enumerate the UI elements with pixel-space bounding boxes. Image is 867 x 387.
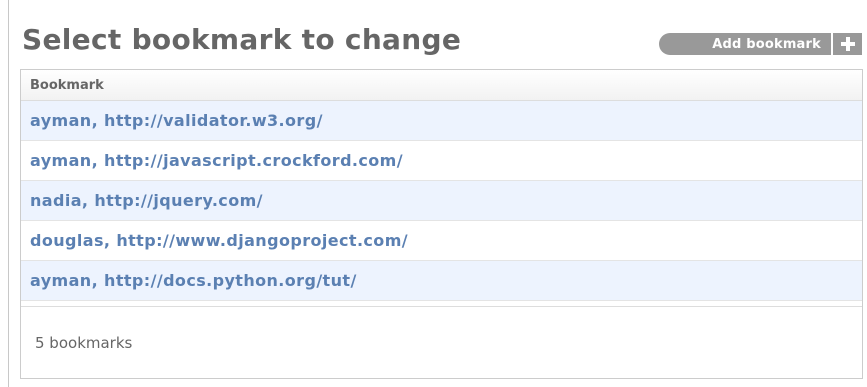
plus-icon: [831, 33, 862, 55]
add-bookmark-button[interactable]: Add bookmark: [659, 33, 862, 55]
bookmark-link[interactable]: ayman, http://javascript.crockford.com/: [30, 151, 403, 170]
paginator: 5 bookmarks: [21, 306, 862, 378]
table-row: ayman, http://docs.python.org/tut/: [21, 261, 862, 301]
bookmark-link[interactable]: nadia, http://jquery.com/: [30, 191, 263, 210]
window-left-border: [8, 0, 9, 387]
table-row: ayman, http://validator.w3.org/: [21, 101, 862, 141]
add-bookmark-label: Add bookmark: [712, 36, 821, 52]
column-header-bookmark[interactable]: Bookmark: [21, 70, 862, 101]
column-header-label: Bookmark: [30, 77, 104, 93]
changelist-content: Select bookmark to change Add bookmark B…: [20, 0, 863, 387]
table-row: douglas, http://www.djangoproject.com/: [21, 221, 862, 261]
bookmark-link[interactable]: douglas, http://www.djangoproject.com/: [30, 231, 408, 250]
results-table: Bookmark ayman, http://validator.w3.org/…: [20, 69, 863, 379]
table-row: ayman, http://javascript.crockford.com/: [21, 141, 862, 181]
page-title: Select bookmark to change: [22, 23, 462, 56]
bookmark-link[interactable]: ayman, http://validator.w3.org/: [30, 111, 323, 130]
bookmark-link[interactable]: ayman, http://docs.python.org/tut/: [30, 271, 357, 290]
result-count: 5 bookmarks: [35, 333, 133, 352]
table-row: nadia, http://jquery.com/: [21, 181, 862, 221]
